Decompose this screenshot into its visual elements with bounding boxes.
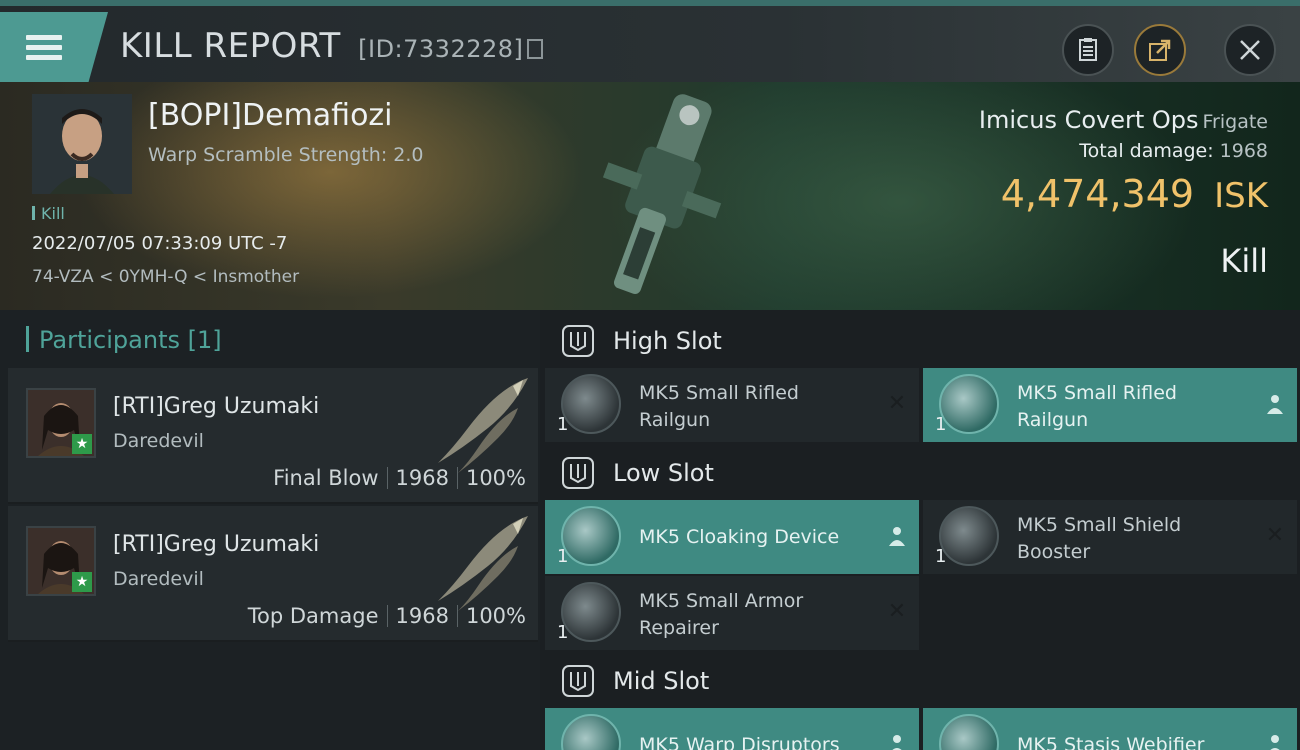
shield-booster-icon — [939, 506, 999, 566]
module-name: MK5 Small Rifled Railgun — [1017, 382, 1177, 431]
fitting-panel: High Slot 1 MK5 Small Rifled Railgun ✕ 1… — [545, 310, 1300, 750]
dropped-person-icon — [885, 732, 909, 750]
ship-name-text: Imicus Covert Ops — [978, 106, 1199, 134]
total-damage-label: Total damage: — [1079, 140, 1214, 162]
participant-percent: 100% — [465, 466, 526, 490]
participant-role: Top Damage — [247, 604, 379, 628]
dropped-person-icon — [1263, 732, 1287, 750]
participants-title-text: Participants [1] — [39, 326, 222, 354]
victim-ship-image[interactable] — [570, 82, 750, 310]
total-damage-value: 1968 — [1219, 140, 1268, 162]
mid-slot-icon — [562, 665, 594, 697]
kill-tag-label: Kill — [41, 204, 65, 223]
ship-name[interactable]: Imicus Covert Ops Frigate — [979, 106, 1268, 134]
participant-ship-image[interactable] — [418, 368, 538, 478]
participant-stats: Top Damage 1968 100% — [248, 604, 526, 628]
isk-value: 4,474,349 ISK — [1001, 172, 1268, 216]
kill-datetime: 2022/07/05 07:33:09 UTC -7 — [32, 233, 288, 254]
ship-class: Frigate — [1202, 111, 1268, 133]
participant-damage: 1968 — [395, 466, 449, 490]
participant-name[interactable]: [RTI]Greg Uzumaki — [113, 532, 319, 557]
module-qty: 1 — [557, 414, 569, 435]
dropped-person-icon — [885, 524, 909, 548]
kill-tag: Kill — [32, 204, 65, 223]
destroyed-icon: ✕ — [1265, 523, 1285, 548]
destroyed-icon: ✕ — [887, 599, 907, 624]
isk-amount: 4,474,349 — [1000, 172, 1195, 216]
railgun-icon — [939, 374, 999, 434]
low-slot-header: Low Slot — [545, 444, 1300, 502]
star-icon: ★ — [72, 434, 92, 454]
module-name: MK5 Cloaking Device — [639, 526, 840, 548]
warp-disruptor-icon — [561, 714, 621, 750]
high-slot-header: High Slot — [545, 312, 1300, 370]
participant-damage: 1968 — [395, 604, 449, 628]
kill-location[interactable]: 74-VZA < 0YMH-Q < Insmother — [32, 267, 299, 287]
clipboard-icon — [1079, 38, 1097, 61]
module-name: MK5 Small Shield Booster — [1017, 514, 1182, 563]
mid-slot-label: Mid Slot — [613, 667, 710, 695]
menu-button[interactable] — [0, 12, 108, 82]
participant-ship: Daredevil — [113, 430, 204, 452]
module-item[interactable]: 1 MK5 Small Rifled Railgun — [923, 368, 1297, 442]
isk-unit: ISK — [1214, 176, 1268, 216]
module-item[interactable]: 1 MK5 Cloaking Device — [545, 500, 919, 574]
victim-panel: [BOPI]Demafiozi Warp Scramble Strength: … — [0, 82, 1300, 310]
module-name: MK5 Warp Disruptors — [639, 734, 840, 750]
warp-scramble-strength: Warp Scramble Strength: 2.0 — [148, 144, 424, 166]
participants-panel: Participants [1] ★ [RTI]Greg Uzumaki Dar… — [0, 310, 540, 750]
page-title: KILL REPORT [ID:7332228] — [120, 26, 544, 66]
module-qty: 1 — [935, 414, 947, 435]
participant-avatar[interactable]: ★ — [26, 388, 96, 458]
share-button[interactable] — [1134, 24, 1186, 76]
module-item[interactable]: 1 MK5 Small Rifled Railgun ✕ — [545, 368, 919, 442]
module-name: MK5 Stasis Webifier — [1017, 734, 1205, 750]
menu-icon — [26, 30, 62, 65]
module-qty: 1 — [557, 546, 569, 567]
module-name: MK5 Small Rifled Railgun — [639, 382, 799, 431]
stasis-webifier-icon — [939, 714, 999, 750]
participant-ship: Daredevil — [113, 568, 204, 590]
share-icon — [1149, 39, 1171, 61]
mid-slot-header: Mid Slot — [545, 652, 1300, 710]
participant-row[interactable]: ★ [RTI]Greg Uzumaki Daredevil Final Blow… — [8, 368, 538, 504]
copy-icon[interactable] — [527, 39, 544, 59]
railgun-icon — [561, 374, 621, 434]
top-bar: KILL REPORT [ID:7332228] — [0, 0, 1300, 82]
module-item[interactable]: MK5 Warp Disruptors — [545, 708, 919, 750]
armor-repairer-icon — [561, 582, 621, 642]
high-slot-icon — [562, 325, 594, 357]
low-slot-icon — [562, 457, 594, 489]
close-icon — [1240, 40, 1260, 60]
participant-stats: Final Blow 1968 100% — [273, 466, 526, 490]
module-qty: 1 — [557, 622, 569, 643]
module-name: MK5 Small Armor Repairer — [639, 590, 804, 639]
module-qty: 1 — [935, 546, 947, 567]
high-slot-label: High Slot — [613, 327, 722, 355]
destroyed-icon: ✕ — [887, 391, 907, 416]
star-icon: ★ — [72, 572, 92, 592]
kill-id: [ID:7332228] — [358, 35, 524, 63]
participant-role: Final Blow — [273, 466, 379, 490]
victim-name[interactable]: [BOPI]Demafiozi — [148, 98, 393, 133]
kill-result: Kill — [1220, 242, 1268, 280]
participants-title: Participants [1] — [26, 326, 222, 354]
module-item[interactable]: 1 MK5 Small Armor Repairer ✕ — [545, 576, 919, 650]
victim-avatar[interactable] — [32, 94, 132, 194]
module-item[interactable]: MK5 Stasis Webifier — [923, 708, 1297, 750]
participant-avatar[interactable]: ★ — [26, 526, 96, 596]
participant-name[interactable]: [RTI]Greg Uzumaki — [113, 394, 319, 419]
participant-percent: 100% — [465, 604, 526, 628]
title-text: KILL REPORT — [120, 26, 341, 66]
cloaking-device-icon — [561, 506, 621, 566]
participant-ship-image[interactable] — [418, 506, 538, 616]
low-slot-label: Low Slot — [613, 459, 714, 487]
total-damage: Total damage: 1968 — [1079, 140, 1268, 162]
clipboard-button[interactable] — [1062, 24, 1114, 76]
dropped-person-icon — [1263, 392, 1287, 416]
participant-row[interactable]: ★ [RTI]Greg Uzumaki Daredevil Top Damage… — [8, 506, 538, 642]
module-item[interactable]: 1 MK5 Small Shield Booster ✕ — [923, 500, 1297, 574]
close-button[interactable] — [1224, 24, 1276, 76]
